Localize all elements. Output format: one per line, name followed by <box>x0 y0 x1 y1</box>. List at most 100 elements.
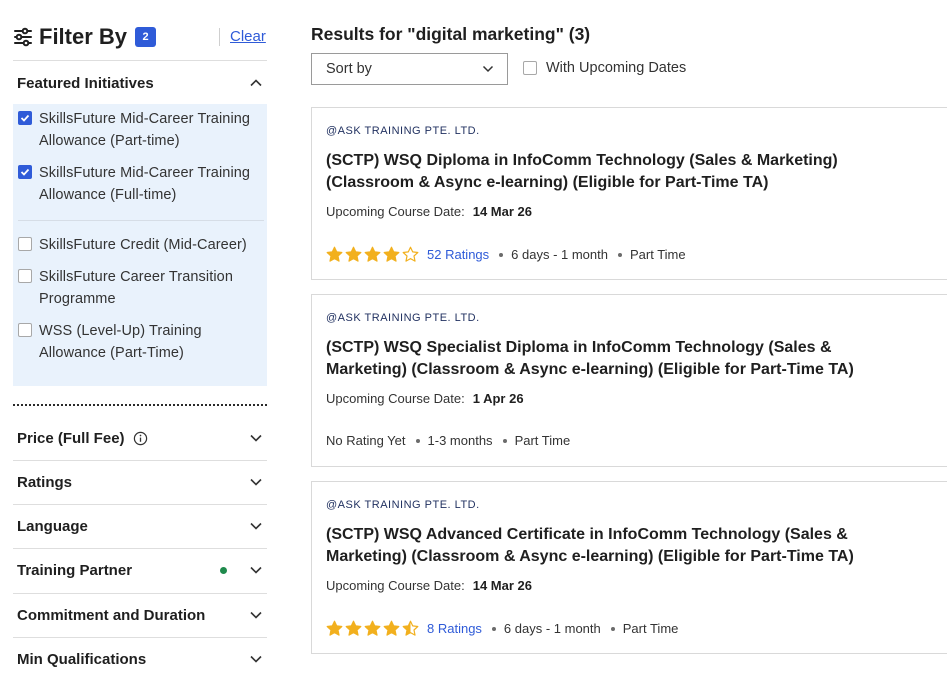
bullet-separator <box>502 438 507 443</box>
check-icon <box>20 168 30 176</box>
checkbox[interactable] <box>18 111 32 125</box>
language-label: Language <box>17 517 88 535</box>
filter-sidebar: Filter By 2 Clear Featured Initiatives S… <box>13 0 267 675</box>
divider <box>13 548 267 549</box>
divider <box>13 637 267 638</box>
course-card[interactable]: @ASK TRAINING PTE. LTD. (SCTP) WSQ Advan… <box>311 481 947 654</box>
divider <box>13 460 267 461</box>
bullet-separator <box>491 626 496 631</box>
course-date-value: 14 Mar 26 <box>472 578 532 593</box>
featured-initiatives-label: Featured Initiatives <box>17 74 154 92</box>
option-label: SkillsFuture Mid-Career Training Allowan… <box>39 165 251 203</box>
course-provider[interactable]: @ASK TRAINING PTE. LTD. <box>326 125 480 137</box>
dotted-divider <box>13 404 267 406</box>
chevron-down-icon[interactable] <box>249 652 263 666</box>
sort-by-dropdown[interactable]: Sort by <box>311 53 508 85</box>
course-card[interactable]: @ASK TRAINING PTE. LTD. (SCTP) WSQ Diplo… <box>311 107 947 280</box>
option-sf-credit-mid-career[interactable]: SkillsFuture Credit (Mid-Career) <box>18 234 263 256</box>
ratings-label: Ratings <box>17 473 73 491</box>
course-title[interactable]: (SCTP) WSQ Specialist Diploma in InfoCom… <box>326 337 886 381</box>
filter-min-qualifications[interactable]: Min Qualifications <box>17 648 263 670</box>
checkbox[interactable] <box>18 323 32 337</box>
no-rating-text: No Rating Yet <box>326 433 406 448</box>
upcoming-dates-filter[interactable]: With Upcoming Dates <box>523 60 686 76</box>
course-mode: Part Time <box>514 433 571 448</box>
chevron-up-icon[interactable] <box>249 76 263 90</box>
featured-initiatives-header[interactable]: Featured Initiatives <box>17 72 263 94</box>
course-duration: 6 days - 1 month <box>511 247 608 262</box>
results-title: Results for "digital marketing" (3) <box>311 24 591 44</box>
checkbox[interactable] <box>18 165 32 179</box>
header-separator <box>219 28 220 46</box>
star-icon <box>326 620 343 636</box>
star-icon <box>402 620 419 636</box>
chevron-down-icon[interactable] <box>249 431 263 445</box>
course-date-row: Upcoming Course Date: 14 Mar 26 <box>326 204 532 219</box>
star-icon <box>345 620 362 636</box>
course-title[interactable]: (SCTP) WSQ Advanced Certificate in InfoC… <box>326 524 886 568</box>
course-meta: 52 Ratings 6 days - 1 month Part Time <box>326 246 686 263</box>
sort-by-label: Sort by <box>326 61 372 77</box>
chevron-down-icon[interactable] <box>249 563 263 577</box>
info-icon[interactable] <box>133 431 148 446</box>
training-partner-label: Training Partner <box>17 561 133 579</box>
course-title[interactable]: (SCTP) WSQ Diploma in InfoComm Technolog… <box>326 150 886 194</box>
option-mcta-full-time[interactable]: SkillsFuture Mid-Career Training Allowan… <box>18 162 263 206</box>
option-label: SkillsFuture Mid-Career Training Allowan… <box>39 111 251 149</box>
course-mode: Part Time <box>629 247 686 262</box>
checkbox[interactable] <box>18 237 32 251</box>
star-rating <box>326 246 421 263</box>
course-date-label: Upcoming Course Date: <box>326 578 465 593</box>
filter-training-partner[interactable]: Training Partner <box>17 559 263 581</box>
ratings-link[interactable]: 8 Ratings <box>427 621 482 636</box>
divider <box>13 593 267 594</box>
check-icon <box>20 114 30 122</box>
star-icon <box>345 246 362 262</box>
filter-count-badge: 2 <box>135 27 157 47</box>
course-meta: No Rating Yet 1-3 months Part Time <box>326 433 570 448</box>
upcoming-dates-checkbox[interactable] <box>523 61 537 75</box>
option-mcta-part-time[interactable]: SkillsFuture Mid-Career Training Allowan… <box>18 108 263 152</box>
star-icon <box>364 620 381 636</box>
bullet-separator <box>610 626 615 631</box>
filter-commitment-duration[interactable]: Commitment and Duration <box>17 604 263 626</box>
featured-initiatives-panel: SkillsFuture Mid-Career Training Allowan… <box>13 104 267 386</box>
bullet-separator <box>415 438 420 443</box>
course-duration: 1-3 months <box>427 433 493 448</box>
filter-ratings[interactable]: Ratings <box>17 471 263 493</box>
option-career-transition[interactable]: SkillsFuture Career Transition Programme <box>18 266 263 310</box>
bullet-separator <box>617 252 622 257</box>
chevron-down-icon[interactable] <box>249 519 263 533</box>
course-provider[interactable]: @ASK TRAINING PTE. LTD. <box>326 312 480 324</box>
course-mode: Part Time <box>622 621 679 636</box>
option-wss-level-up[interactable]: WSS (Level-Up) Training Allowance (Part-… <box>18 320 263 364</box>
bullet-separator <box>499 252 504 257</box>
option-label: SkillsFuture Credit (Mid-Career) <box>39 237 247 253</box>
chevron-down-icon[interactable] <box>249 475 263 489</box>
filter-title: Filter By <box>39 24 128 49</box>
active-filter-dot <box>220 566 227 574</box>
chevron-down-icon[interactable] <box>249 608 263 622</box>
course-card[interactable]: @ASK TRAINING PTE. LTD. (SCTP) WSQ Speci… <box>311 294 947 467</box>
course-date-row: Upcoming Course Date: 1 Apr 26 <box>326 391 524 406</box>
upcoming-dates-label: With Upcoming Dates <box>546 60 687 76</box>
filter-header: Filter By 2 <box>13 22 267 52</box>
course-date-value: 1 Apr 26 <box>472 391 524 406</box>
star-icon <box>402 246 419 262</box>
commitment-label: Commitment and Duration <box>17 606 206 624</box>
checkbox[interactable] <box>18 269 32 283</box>
filter-language[interactable]: Language <box>17 515 263 537</box>
course-date-row: Upcoming Course Date: 14 Mar 26 <box>326 578 532 593</box>
clear-filters-link[interactable]: Clear <box>230 28 266 45</box>
option-label: SkillsFuture Career Transition Programme <box>39 269 233 307</box>
course-meta: 8 Ratings 6 days - 1 month Part Time <box>326 620 678 637</box>
course-provider[interactable]: @ASK TRAINING PTE. LTD. <box>326 499 480 511</box>
course-duration: 6 days - 1 month <box>503 621 601 636</box>
course-date-label: Upcoming Course Date: <box>326 391 465 406</box>
star-icon <box>326 246 343 262</box>
ratings-link[interactable]: 52 Ratings <box>427 247 489 262</box>
option-label: WSS (Level-Up) Training Allowance (Part-… <box>39 323 202 361</box>
price-label: Price (Full Fee) <box>17 429 125 447</box>
star-icon <box>364 246 381 262</box>
filter-price[interactable]: Price (Full Fee) <box>17 427 263 449</box>
